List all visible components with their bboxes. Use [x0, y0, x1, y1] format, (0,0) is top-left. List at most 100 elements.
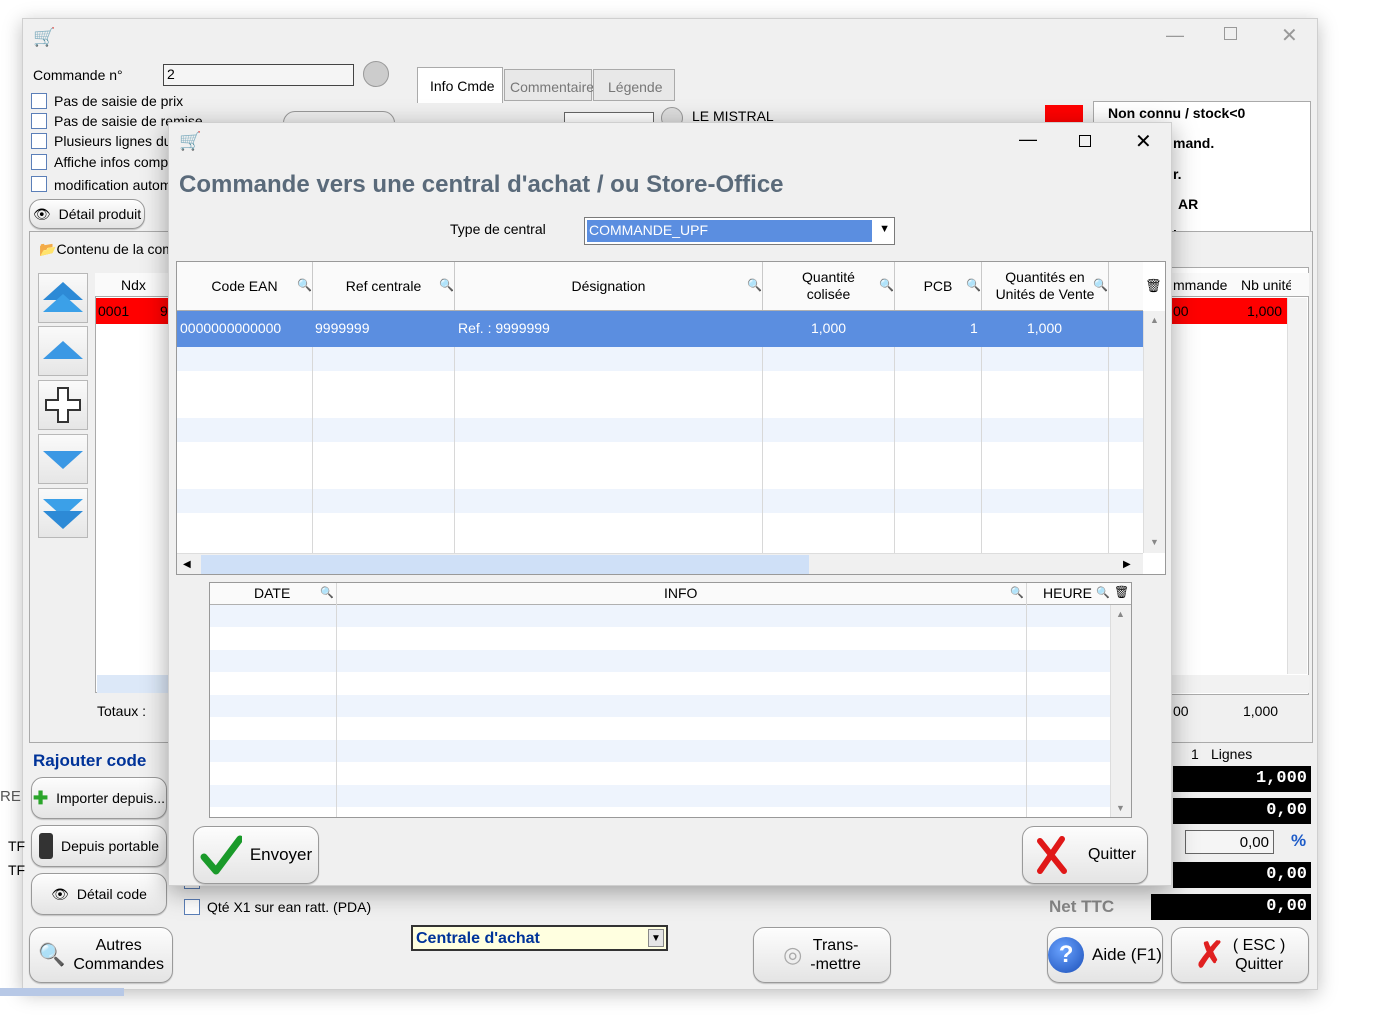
checkbox-lignes[interactable] [31, 133, 47, 149]
first-row-button[interactable] [38, 273, 88, 323]
edge-text: TF [8, 838, 26, 854]
central-dialog: 🛒 — ✕ Commande vers une central d'achat … [168, 122, 1172, 886]
left-grid [95, 273, 175, 693]
key-icon: 🔍 [439, 278, 454, 292]
checkbox-modif[interactable] [31, 176, 47, 192]
esc-quitter-button[interactable]: ✗ ( ESC ) Quitter [1171, 927, 1309, 983]
checkmark-icon [200, 835, 242, 875]
add-row-button[interactable] [38, 380, 88, 430]
tab-commentaire[interactable]: Commentaire [504, 69, 594, 101]
key-icon: 🔍 [1010, 587, 1024, 599]
edge-text: TF [8, 862, 26, 878]
trash-icon[interactable]: 🗑 [1145, 278, 1162, 294]
log-header: DATE INFO HEURE 🔍 🔍 🔍 🗑 [210, 583, 1131, 605]
quitter-button[interactable]: Quitter [1022, 826, 1148, 884]
scroll-up-icon[interactable]: ▲ [1150, 315, 1159, 325]
maximize-icon[interactable] [1224, 27, 1237, 40]
importer-button[interactable]: ✚ Importer depuis... [31, 777, 167, 819]
centrale-select[interactable]: Centrale d'achat ▼ [411, 925, 668, 951]
checkbox-prix[interactable] [31, 93, 47, 109]
minimize-icon[interactable]: — [1166, 25, 1184, 46]
right-vscroll[interactable] [1287, 298, 1307, 674]
grid-vscroll[interactable]: ▲ ▼ [1143, 311, 1165, 553]
legend-red-swatch [1045, 105, 1083, 123]
total-remise: 0,00 [1173, 862, 1311, 888]
col-ndx: Ndx [121, 277, 146, 293]
log-vscroll[interactable]: ▲ ▼ [1110, 605, 1131, 817]
tot-nb-unite: 1,000 [1243, 703, 1279, 719]
row-stripe [210, 695, 1110, 717]
qte-label: Qté X1 sur ean ratt. (PDA) [207, 899, 372, 915]
prev-row-button[interactable] [38, 326, 88, 376]
key-icon: 🔍 [1096, 587, 1110, 599]
qte-checkbox[interactable] [184, 899, 200, 915]
checkbox-infos[interactable] [31, 154, 47, 170]
col-heure[interactable]: HEURE [1043, 585, 1092, 601]
row-commande: 00 [1173, 303, 1189, 319]
next-row-button[interactable] [38, 434, 88, 484]
eye-icon: 👁 [51, 885, 69, 902]
legend-text: Non connu / stock<0 [1108, 105, 1246, 121]
col-date[interactable]: DATE [254, 585, 290, 601]
tab-info-cmde[interactable]: Info Cmde [417, 67, 503, 103]
row-ndx: 0001 [98, 303, 130, 319]
legend-text: mand. [1173, 135, 1215, 151]
trash-icon[interactable]: 🗑 [1114, 585, 1129, 599]
checkbox-label: modification autom [54, 177, 172, 193]
plus-icon [45, 387, 81, 423]
col-divider [1026, 605, 1027, 817]
scroll-down-icon[interactable]: ▼ [1150, 537, 1159, 547]
order-label: Commande n° [33, 67, 123, 83]
net-ttc-value: 0,00 [1151, 894, 1311, 920]
key-icon: 🔍 [966, 278, 981, 292]
col-divider [336, 605, 337, 817]
type-central-select[interactable]: COMMANDE_UPF ▼ [584, 217, 895, 245]
pct-input[interactable]: 0,00 [1185, 830, 1274, 854]
tab-legende[interactable]: Légende [593, 69, 675, 101]
close-icon[interactable]: ✕ [1135, 129, 1152, 154]
col-divider [312, 311, 313, 553]
table-row[interactable]: 0000000000000 9999999 Ref. : 9999999 1,0… [177, 311, 1143, 347]
depuis-portable-button[interactable]: Depuis portable [31, 825, 167, 867]
col-ref-centrale[interactable]: Ref centrale [313, 262, 455, 310]
log-body [210, 605, 1110, 817]
cart-icon: 🛒 [33, 27, 56, 47]
down-arrow-icon [43, 451, 83, 469]
dropdown-arrow-icon: ▼ [648, 929, 664, 947]
transmettre-button[interactable]: ◎ Trans- -mettre [753, 927, 891, 983]
col-designation[interactable]: Désignation [455, 262, 763, 310]
contenu-tab[interactable]: 📂Contenu de la com [39, 241, 174, 258]
detail-produit-button[interactable]: 👁 Détail produit [29, 199, 145, 229]
person-search-icon[interactable] [363, 61, 389, 87]
checkbox-remise[interactable] [31, 113, 47, 129]
right-hscroll[interactable] [1164, 675, 1309, 693]
aide-button[interactable]: ? Aide (F1) [1047, 927, 1163, 983]
total-ht: 0,00 [1173, 798, 1311, 824]
up-arrow-icon [43, 341, 83, 359]
checkbox-label: Pas de saisie de prix [54, 93, 184, 109]
close-icon[interactable]: ✕ [1281, 23, 1298, 48]
row-stripe [177, 489, 1143, 513]
col-quantites-uv[interactable]: Quantités en Unités de Vente [982, 262, 1109, 310]
col-info[interactable]: INFO [664, 585, 697, 601]
last-row-button[interactable] [38, 488, 88, 538]
checkbox-label: Affiche infos compl [54, 154, 172, 170]
detail-code-button[interactable]: 👁 Détail code [31, 873, 167, 915]
grid-hscroll[interactable]: ◀ ▶ [177, 553, 1143, 574]
scroll-down-icon[interactable]: ▼ [1116, 803, 1125, 813]
minimize-icon[interactable]: — [1019, 129, 1037, 150]
order-grid: Code EAN Ref centrale Désignation Quanti… [176, 261, 1166, 575]
maximize-icon[interactable] [1079, 135, 1091, 147]
col-code-ean[interactable]: Code EAN [177, 262, 313, 310]
col-quantite-colisee[interactable]: Quantité colisée [763, 262, 895, 310]
col-divider [454, 311, 455, 553]
left-hscroll[interactable] [97, 675, 175, 693]
scroll-left-icon[interactable]: ◀ [183, 559, 191, 570]
order-input[interactable]: 2 [163, 64, 354, 86]
scroll-up-icon[interactable]: ▲ [1116, 609, 1125, 619]
envoyer-button[interactable]: Envoyer [193, 826, 319, 884]
scroll-thumb[interactable] [201, 555, 809, 574]
autres-commandes-button[interactable]: 🔍 Autres Commandes [29, 927, 173, 983]
scroll-right-icon[interactable]: ▶ [1123, 559, 1131, 570]
green-plus-icon: ✚ [32, 787, 49, 808]
